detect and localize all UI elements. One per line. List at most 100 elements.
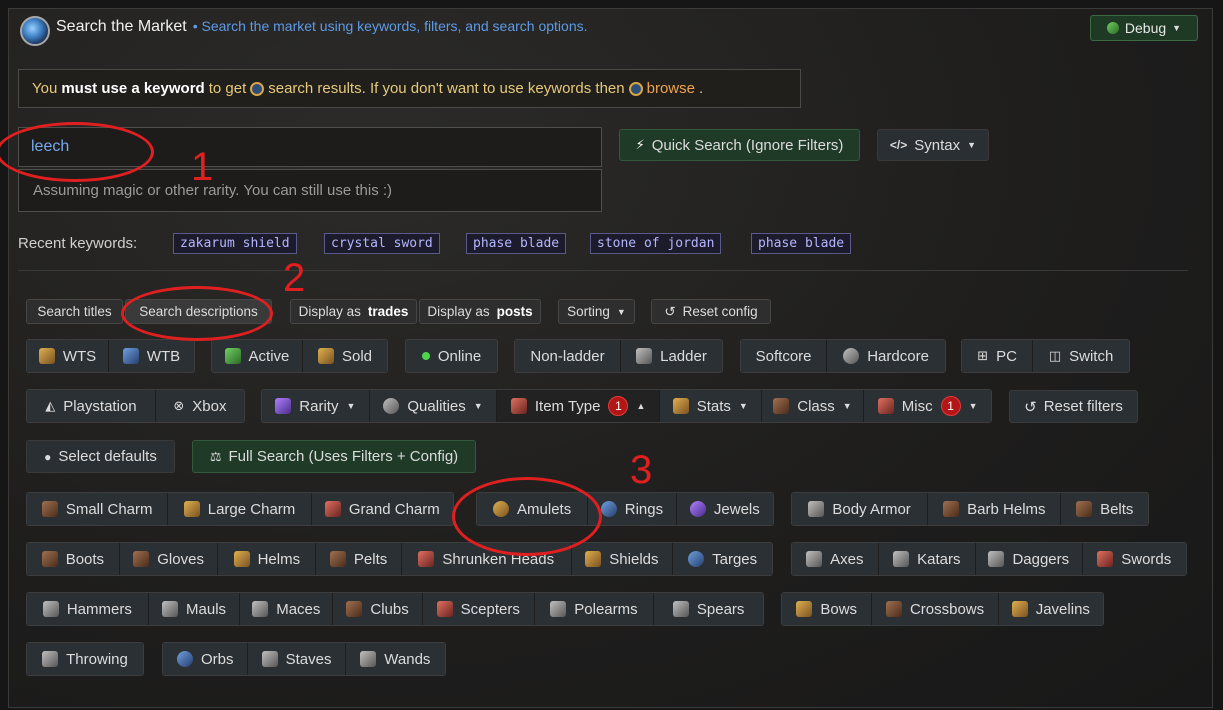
rarity-dropdown[interactable]: Rarity ▼ [262, 390, 370, 422]
wts-toggle[interactable]: WTS [27, 340, 110, 372]
sorting-dropdown[interactable]: Sorting ▼ [558, 299, 635, 324]
pc-toggle[interactable]: ⊞ PC [962, 340, 1034, 372]
gloves-toggle[interactable]: Gloves [119, 543, 219, 575]
browse-link[interactable]: browse [647, 80, 695, 97]
crossbows-label: Crossbows [909, 600, 985, 618]
helms-toggle[interactable]: Helms [218, 543, 317, 575]
notice-text-1: You [32, 80, 58, 97]
staves-toggle[interactable]: Staves [248, 643, 346, 675]
class-dropdown[interactable]: Class ▼ [761, 390, 865, 422]
debug-button[interactable]: Debug ▼ [1090, 15, 1198, 41]
recent-keyword-tag[interactable]: phase blade [466, 233, 567, 254]
katars-toggle[interactable]: Katars [878, 543, 977, 575]
belts-toggle[interactable]: Belts [1061, 493, 1148, 525]
wtb-toggle[interactable]: WTB [109, 340, 194, 372]
scepters-toggle[interactable]: Scepters [422, 593, 535, 625]
shields-toggle[interactable]: Shields [571, 543, 674, 575]
throwing-toggle[interactable]: Throwing [27, 643, 143, 675]
chevron-down-icon: ▼ [616, 306, 626, 317]
playstation-icon: ◭ [45, 398, 56, 413]
boots-toggle[interactable]: Boots [27, 543, 120, 575]
grand-charm-toggle[interactable]: Grand Charm [311, 493, 453, 525]
recent-keyword-tag[interactable]: stone of jordan [590, 233, 722, 254]
select-defaults-button[interactable]: ● Select defaults [26, 440, 175, 473]
javelins-toggle[interactable]: Javelins [998, 593, 1103, 625]
display-as-posts-toggle[interactable]: Display as posts [419, 299, 541, 324]
qualities-label: Qualities [407, 397, 466, 415]
targes-toggle[interactable]: Targes [673, 543, 772, 575]
search-titles-toggle[interactable]: Search titles [26, 299, 123, 324]
polearm-icon [550, 601, 567, 617]
axes-toggle[interactable]: Axes [792, 543, 879, 575]
switch-label: Switch [1069, 347, 1114, 365]
daggers-toggle[interactable]: Daggers [976, 543, 1083, 575]
browse-icon [628, 81, 643, 96]
notice-text-3: to get [208, 80, 247, 97]
ladder-toggle[interactable]: Ladder [620, 340, 722, 372]
small-charm-toggle[interactable]: Small Charm [27, 493, 169, 525]
stats-icon [672, 398, 689, 414]
spears-toggle[interactable]: Spears [654, 593, 763, 625]
bug-icon [1106, 22, 1119, 34]
ladder-label: Ladder [660, 347, 707, 365]
barb-helms-toggle[interactable]: Barb Helms [928, 493, 1062, 525]
barb-helm-icon [943, 501, 960, 517]
crossbows-toggle[interactable]: Crossbows [872, 593, 999, 625]
pelts-toggle[interactable]: Pelts [316, 543, 402, 575]
stats-dropdown[interactable]: Stats ▼ [659, 390, 762, 422]
polearms-label: Polearms [574, 600, 638, 618]
misc-dropdown[interactable]: Misc 1 ▼ [864, 390, 991, 422]
boots-icon [41, 551, 58, 567]
reset-filters-button[interactable]: ↺ Reset filters [1009, 390, 1138, 423]
syntax-button[interactable]: </> Syntax ▼ [877, 129, 989, 161]
active-toggle[interactable]: Active [212, 340, 303, 372]
softcore-toggle[interactable]: Softcore [741, 340, 828, 372]
hardcore-toggle[interactable]: Hardcore [827, 340, 945, 372]
small-charm-icon [41, 501, 58, 517]
gloves-icon [133, 551, 150, 567]
javelins-label: Javelins [1035, 600, 1090, 618]
armor-group-2: Boots Gloves Helms Pelts Shrunken Heads … [26, 542, 773, 576]
syntax-label: Syntax [914, 136, 961, 154]
recent-keyword-tag[interactable]: phase blade [751, 233, 852, 254]
reset-config-button[interactable]: ↺ Reset config [651, 299, 771, 324]
quick-search-button[interactable]: ⚡ Quick Search (Ignore Filters) [619, 129, 860, 161]
large-charm-toggle[interactable]: Large Charm [168, 493, 312, 525]
grand-charm-label: Grand Charm [348, 500, 440, 518]
switch-toggle[interactable]: ◫ Switch [1033, 340, 1129, 372]
jewel-icon [689, 501, 706, 517]
xbox-toggle[interactable]: ⊗ Xbox [155, 390, 244, 422]
misc-count-badge: 1 [940, 396, 961, 416]
full-search-button[interactable]: ⚖ Full Search (Uses Filters + Config) [192, 440, 476, 473]
quick-search-label: Quick Search (Ignore Filters) [651, 136, 844, 154]
recent-keyword-tag[interactable]: crystal sword [324, 233, 440, 254]
rarity-icon [275, 398, 292, 414]
display-trades-pre: Display as [298, 304, 361, 319]
page-title: Search the Market • Search the market usi… [56, 18, 588, 36]
playstation-toggle[interactable]: ◭ Playstation [27, 390, 156, 422]
jewels-toggle[interactable]: Jewels [676, 493, 773, 525]
maces-toggle[interactable]: Maces [240, 593, 334, 625]
crossbow-icon [885, 601, 902, 617]
recent-keyword-tag[interactable]: zakarum shield [173, 233, 297, 254]
swords-toggle[interactable]: Swords [1082, 543, 1186, 575]
charms-group: Small Charm Large Charm Grand Charm [26, 492, 454, 526]
bows-toggle[interactable]: Bows [782, 593, 873, 625]
weapons-group-2: Hammers Mauls Maces Clubs Scepters Polea… [26, 592, 764, 626]
mauls-toggle[interactable]: Mauls [148, 593, 241, 625]
qualities-dropdown[interactable]: Qualities ▼ [369, 390, 498, 422]
rings-label: Rings [624, 500, 664, 518]
hammers-toggle[interactable]: Hammers [27, 593, 149, 625]
clubs-toggle[interactable]: Clubs [333, 593, 423, 625]
online-toggle[interactable]: Online [406, 340, 497, 372]
item-type-dropdown[interactable]: Item Type 1 ▲ [497, 390, 660, 422]
nonladder-toggle[interactable]: Non-ladder [515, 340, 621, 372]
sold-label: Sold [341, 347, 372, 365]
wands-toggle[interactable]: Wands [345, 643, 445, 675]
sold-toggle[interactable]: Sold [302, 340, 387, 372]
polearms-toggle[interactable]: Polearms [534, 593, 655, 625]
body-armor-toggle[interactable]: Body Armor [792, 493, 929, 525]
orbs-toggle[interactable]: Orbs [163, 643, 249, 675]
display-as-trades-toggle[interactable]: Display as trades [290, 299, 417, 324]
helms-label: Helms [257, 550, 301, 568]
